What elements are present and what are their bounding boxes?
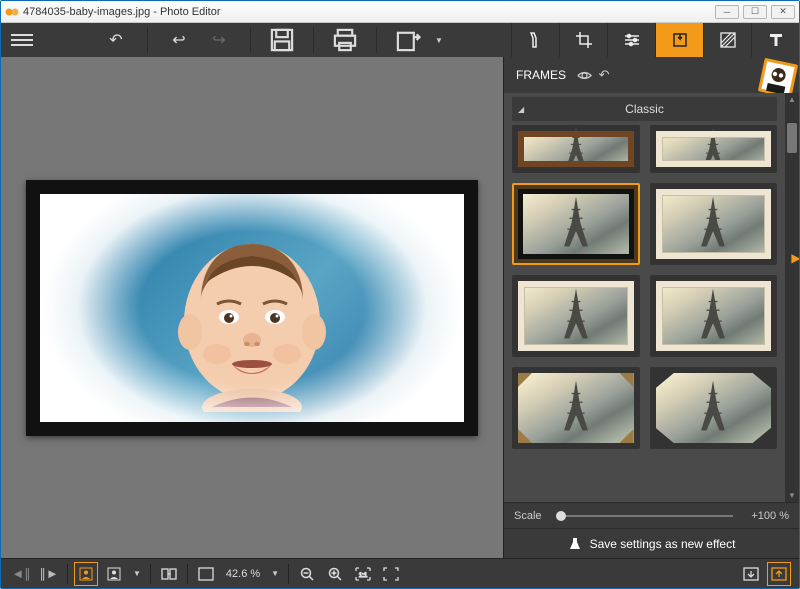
scale-value: +100 %	[741, 510, 789, 522]
applied-frame	[26, 180, 478, 436]
export-dropdown-icon[interactable]: ▼	[435, 36, 445, 45]
portrait-button[interactable]	[74, 562, 98, 586]
zoom-dropdown-icon[interactable]: ▼	[268, 569, 282, 578]
next-image-button[interactable]: ∥►	[37, 562, 61, 586]
minimize-button[interactable]: ─	[715, 5, 739, 19]
menu-button[interactable]	[11, 29, 33, 51]
frame-thumb-black[interactable]	[512, 183, 640, 265]
fit-screen-button[interactable]	[194, 562, 218, 586]
titlebar: 4784035-baby-images.jpg - Photo Editor ─…	[1, 1, 799, 23]
maximize-button[interactable]: ☐	[743, 5, 767, 19]
category-label: Classic	[625, 102, 664, 116]
compare-button[interactable]	[157, 562, 181, 586]
export-button[interactable]	[395, 27, 421, 53]
undo-button[interactable]: ↶	[103, 27, 129, 53]
top-toolbar: ↶ ↩ ↪ ▼	[1, 23, 799, 57]
tab-frames[interactable]	[655, 23, 703, 57]
zoom-value: 42.6 %	[222, 568, 264, 580]
tab-crop[interactable]	[559, 23, 607, 57]
portrait-dropdown-icon[interactable]: ▼	[130, 569, 144, 578]
save-button[interactable]	[269, 27, 295, 53]
visibility-icon[interactable]	[576, 67, 592, 83]
frame-thumb-corners[interactable]	[512, 367, 640, 449]
canvas-area[interactable]	[1, 57, 503, 558]
print-button[interactable]	[332, 27, 358, 53]
export-image-button[interactable]	[767, 562, 791, 586]
frame-thumb-cream-4[interactable]	[650, 275, 778, 357]
frame-thumb-cream-1[interactable]	[650, 125, 778, 173]
zoom-in-button[interactable]	[323, 562, 347, 586]
collapse-icon: ◢	[518, 105, 524, 114]
forward-button[interactable]: ↪	[206, 27, 232, 53]
category-classic[interactable]: ◢ Classic	[512, 97, 777, 121]
app-icon	[5, 5, 19, 19]
frame-thumb-cream-2[interactable]	[650, 183, 778, 265]
panel-collapse-icon[interactable]: ▶	[791, 243, 799, 273]
scale-slider[interactable]	[556, 515, 733, 517]
reset-icon[interactable]: ↶	[596, 67, 612, 83]
flask-icon	[568, 537, 582, 551]
bottom-toolbar: ◄∥ ∥► ▼ 42.6 % ▼ 1:1	[1, 558, 799, 588]
portrait-alt-button[interactable]	[102, 562, 126, 586]
frame-thumb-cream-3[interactable]	[512, 275, 640, 357]
tab-textures[interactable]	[703, 23, 751, 57]
actual-size-button[interactable]: 1:1	[351, 562, 375, 586]
window-title: 4784035-baby-images.jpg - Photo Editor	[23, 6, 715, 18]
photo-preview	[40, 194, 464, 422]
svg-text:1:1: 1:1	[359, 573, 368, 579]
scale-label: Scale	[514, 510, 542, 522]
frames-scrollbar[interactable]: ▲ ▼	[785, 93, 799, 502]
import-button[interactable]	[739, 562, 763, 586]
panel-title: FRAMES	[516, 68, 566, 82]
save-as-effect-button[interactable]: Save settings as new effect	[504, 528, 799, 558]
fullscreen-button[interactable]	[379, 562, 403, 586]
tab-text[interactable]	[751, 23, 799, 57]
frames-panel: FRAMES ↶ ◢ Classic	[503, 57, 799, 558]
frame-thumb-wood[interactable]	[512, 125, 640, 173]
back-button[interactable]: ↩	[166, 27, 192, 53]
tab-effects[interactable]	[511, 23, 559, 57]
prev-image-button[interactable]: ◄∥	[9, 562, 33, 586]
zoom-out-button[interactable]	[295, 562, 319, 586]
tab-adjust[interactable]	[607, 23, 655, 57]
close-button[interactable]: ✕	[771, 5, 795, 19]
save-effect-label: Save settings as new effect	[590, 537, 736, 551]
frame-thumb-octagon[interactable]	[650, 367, 778, 449]
